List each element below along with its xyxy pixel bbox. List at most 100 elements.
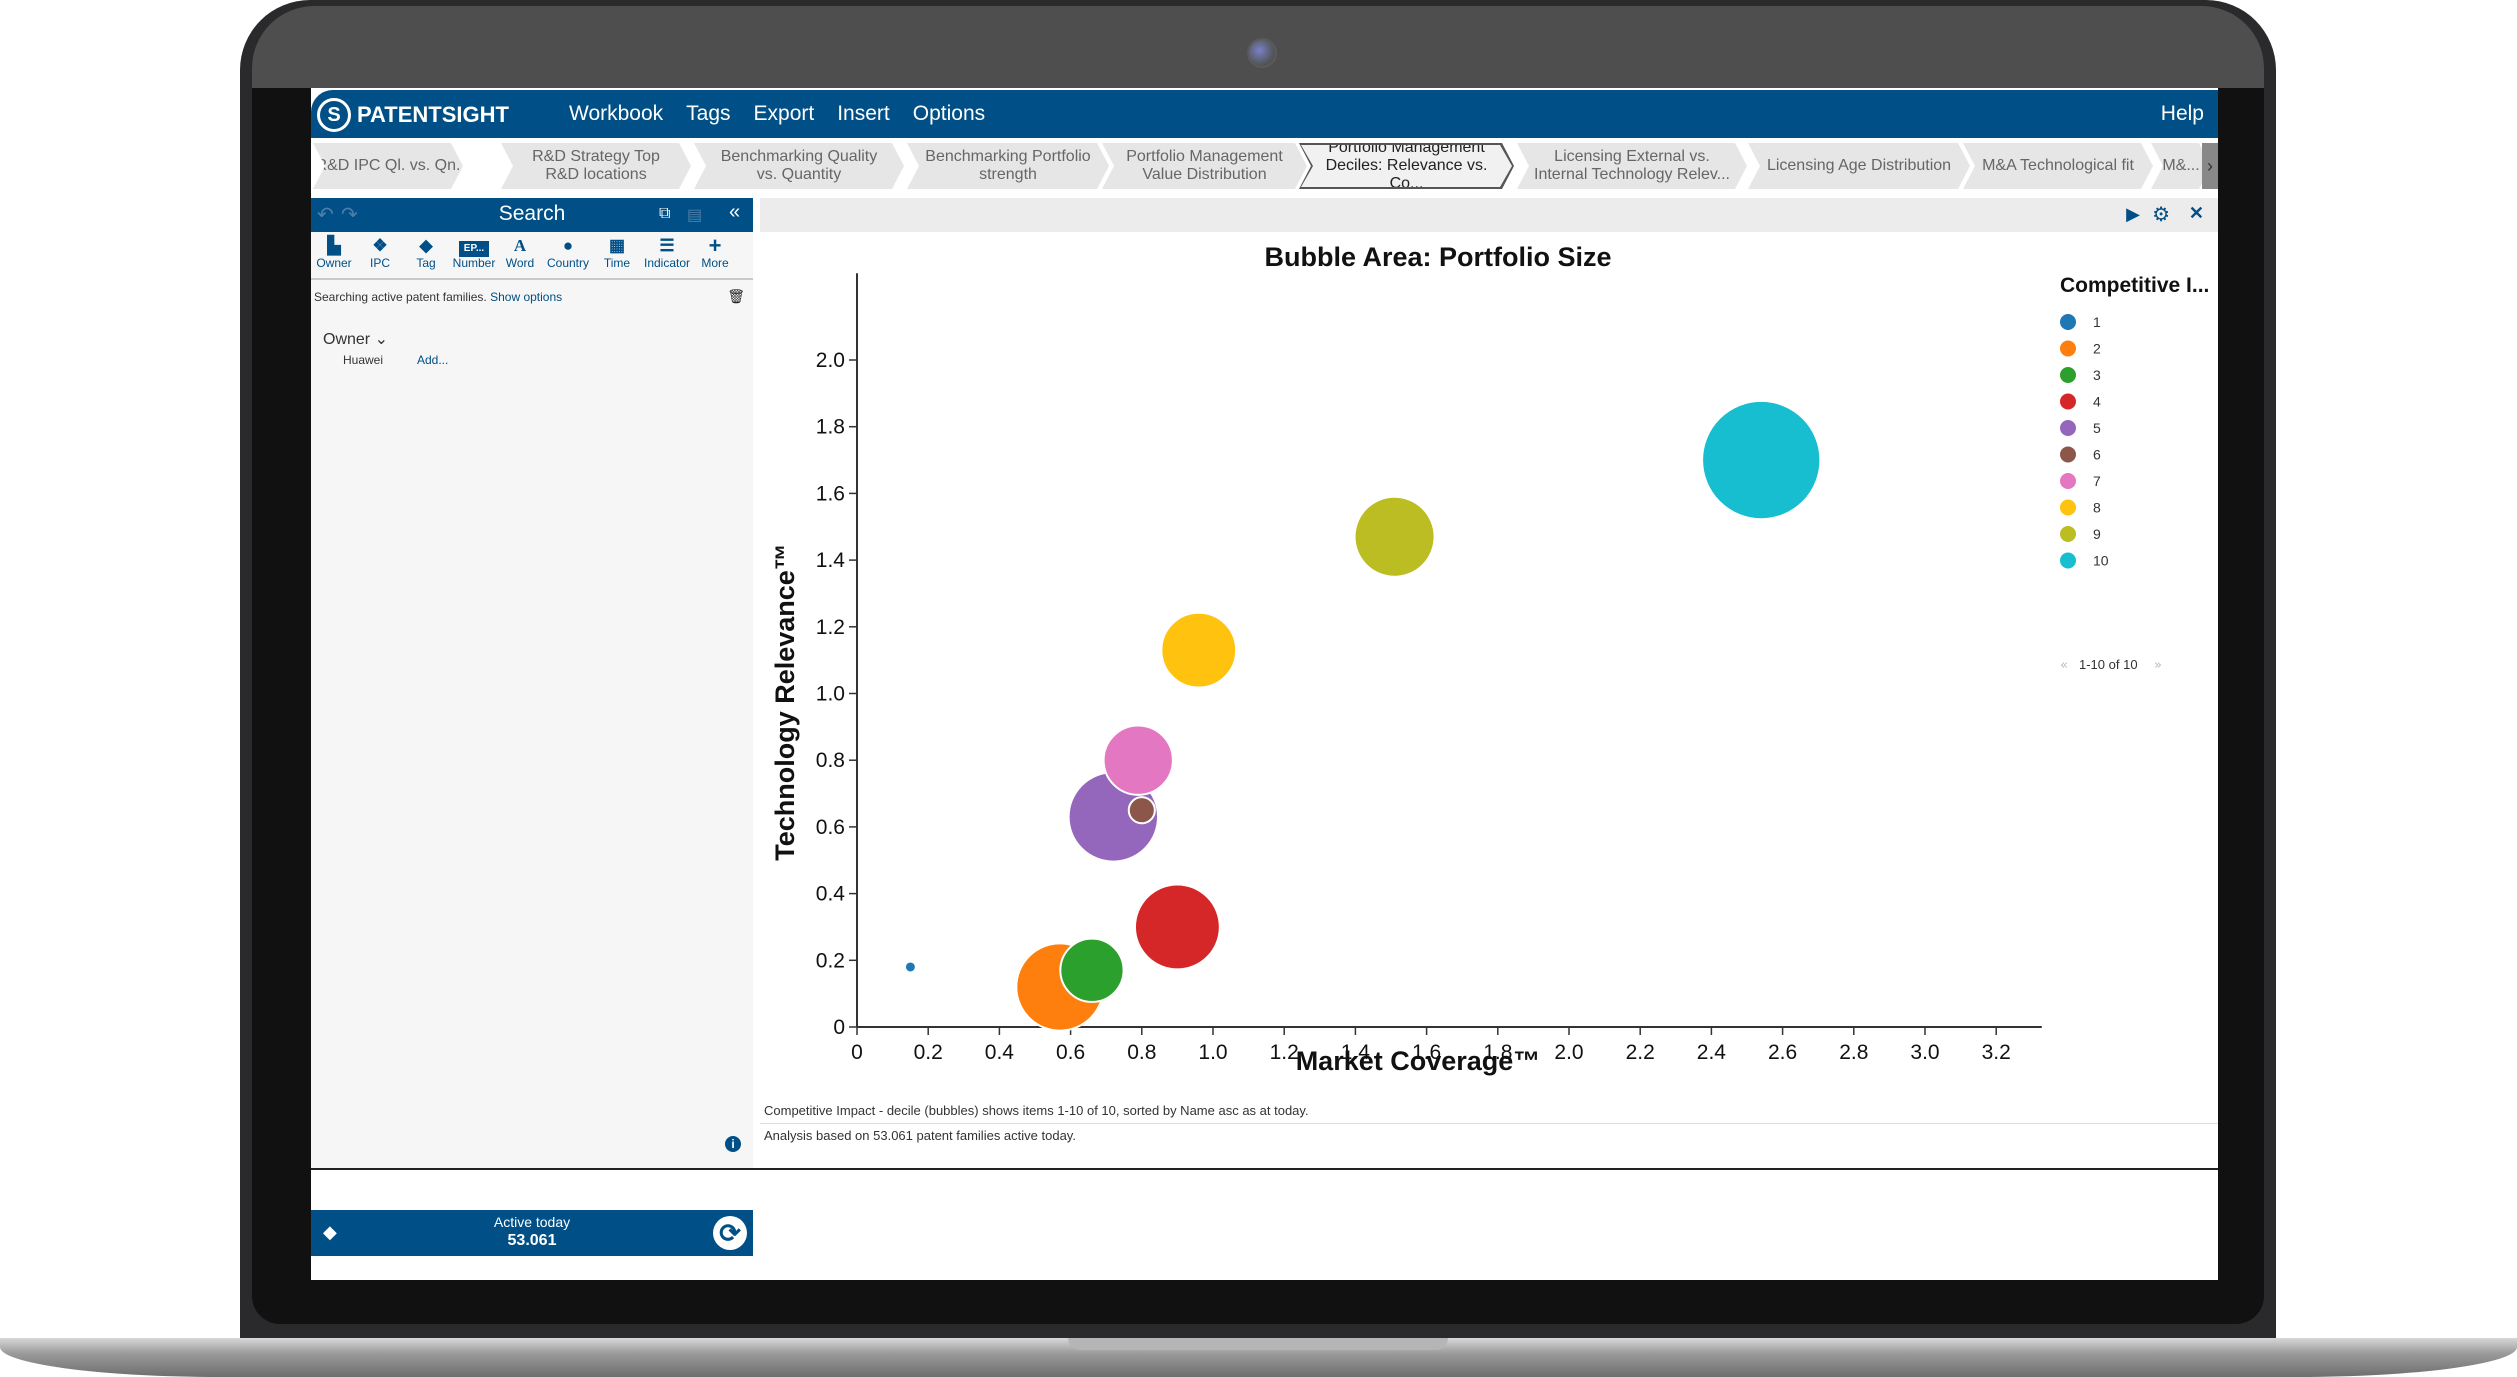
- tab-portfolio-deciles[interactable]: Portfolio Management Deciles: Relevance …: [1299, 143, 1514, 189]
- tab-label: Portfolio Management Deciles: Relevance …: [1325, 139, 1488, 192]
- refresh-icon[interactable]: ⟳: [713, 1216, 747, 1250]
- legend-pager-prev-icon[interactable]: «: [2060, 658, 2068, 673]
- legend-label-8[interactable]: 8: [2093, 500, 2101, 516]
- tab-scroll-right-icon[interactable]: ›: [2202, 143, 2218, 189]
- bubble-6[interactable]: [1127, 796, 1156, 825]
- y-tick-label: 1.6: [816, 482, 845, 505]
- play-icon[interactable]: ▶: [2126, 204, 2140, 225]
- tab-rd-ipc[interactable]: R&D IPC Ql. vs. Qn.: [313, 143, 463, 189]
- x-tick-label: 2.4: [1697, 1041, 1727, 1064]
- filter-number[interactable]: EP... Number: [449, 236, 499, 278]
- filter-time[interactable]: ▦ Time: [595, 236, 639, 278]
- collapse-sidebar-icon[interactable]: «: [729, 201, 740, 224]
- y-axis-label: Technology Relevance™: [770, 543, 800, 861]
- factory-icon: ▙: [327, 236, 341, 255]
- bubble-3[interactable]: [1059, 937, 1125, 1003]
- filter-label: Country: [546, 256, 590, 270]
- legend-label-10[interactable]: 10: [2093, 553, 2109, 569]
- legend-label-9[interactable]: 9: [2093, 526, 2101, 542]
- legend-swatch-2[interactable]: [2060, 340, 2076, 357]
- tab-benchmarking-portfolio[interactable]: Benchmarking Portfolio strength: [907, 143, 1109, 189]
- tab-label: M&...: [2162, 157, 2200, 174]
- owner-add-link[interactable]: Add...: [417, 353, 448, 367]
- bubble-8[interactable]: [1160, 611, 1238, 689]
- legend-title: Competitive I...: [2060, 274, 2209, 297]
- sliders-icon: ☰: [659, 236, 675, 255]
- worksheet-tabs: R&D IPC Ql. vs. Qn. R&D Strategy Top R&D…: [311, 140, 2218, 195]
- tab-licensing-age[interactable]: Licensing Age Distribution: [1748, 143, 1970, 189]
- filter-label: Owner: [316, 256, 352, 270]
- gear-icon[interactable]: ⚙: [2152, 202, 2170, 227]
- search-sidebar: ↶ ↷ Search ⧉ ▤ « ▙ Owner ❖ IPC ◆ Tag EP... N…: [311, 198, 753, 1256]
- x-tick-label: 0.8: [1127, 1041, 1156, 1064]
- bubble-10[interactable]: [1701, 399, 1822, 521]
- active-today-label: Active today: [493, 1214, 571, 1230]
- legend-pager: 1-10 of 10: [2079, 657, 2138, 672]
- menu-tags[interactable]: Tags: [686, 102, 730, 126]
- legend-label-3[interactable]: 3: [2093, 367, 2101, 383]
- legend-label-6[interactable]: 6: [2093, 447, 2101, 463]
- x-tick-label: 1.2: [1270, 1041, 1299, 1064]
- copy-icon[interactable]: ⧉: [659, 205, 670, 223]
- x-tick-label: 3.0: [1910, 1041, 1939, 1064]
- owner-value[interactable]: Huawei: [343, 353, 383, 367]
- bubble-9[interactable]: [1353, 495, 1436, 578]
- legend-swatch-3[interactable]: [2060, 367, 2076, 383]
- trash-icon[interactable]: 🗑: [727, 288, 745, 305]
- legend-label-4[interactable]: 4: [2093, 394, 2101, 410]
- legend-swatch-10[interactable]: [2060, 552, 2076, 569]
- legend-swatch-8[interactable]: [2060, 499, 2076, 516]
- owner-filter-label[interactable]: Owner ⌄: [323, 329, 388, 349]
- legend-swatch-9[interactable]: [2060, 526, 2076, 542]
- menu-workbook[interactable]: Workbook: [569, 102, 663, 126]
- legend-label-7[interactable]: 7: [2093, 473, 2101, 489]
- tab-licensing-external[interactable]: Licensing External vs. Internal Technolo…: [1517, 143, 1747, 189]
- tab-label: Portfolio Management Value Distribution: [1126, 148, 1283, 183]
- brand-name: PATENTSIGHT: [357, 102, 509, 127]
- bubble-1[interactable]: [903, 960, 917, 974]
- legend-swatch-6[interactable]: [2060, 446, 2076, 463]
- active-today-count: 53.061: [507, 1232, 557, 1249]
- legend-swatch-1[interactable]: [2060, 314, 2076, 330]
- tab-rd-strategy[interactable]: R&D Strategy Top R&D locations: [501, 143, 691, 189]
- filter-tag[interactable]: ◆ Tag: [403, 236, 449, 278]
- filter-indicator[interactable]: ☰ Indicator: [639, 236, 695, 278]
- screen: S PATENTSIGHT Workbook Tags Export Inser…: [311, 88, 2218, 1280]
- menu-options[interactable]: Options: [913, 102, 985, 126]
- legend-label-5[interactable]: 5: [2093, 420, 2101, 436]
- filter-ipc[interactable]: ❖ IPC: [357, 236, 403, 278]
- x-tick-label: 2.0: [1554, 1041, 1583, 1064]
- main-menu: Workbook Tags Export Insert Options: [569, 90, 1008, 138]
- tab-label: M&A Technological fit: [1982, 157, 2134, 174]
- paste-icon[interactable]: ▤: [687, 205, 702, 225]
- menu-insert[interactable]: Insert: [837, 102, 890, 126]
- show-options-link[interactable]: Show options: [490, 290, 562, 304]
- y-tick-label: 1.0: [816, 683, 845, 706]
- logo[interactable]: S PATENTSIGHT: [317, 96, 509, 134]
- y-tick-label: 0.6: [816, 816, 845, 839]
- legend-pager-next-icon[interactable]: »: [2154, 658, 2162, 673]
- x-tick-label: 2.6: [1768, 1041, 1797, 1064]
- menu-help[interactable]: Help: [2161, 102, 2204, 126]
- info-icon[interactable]: i: [725, 1136, 741, 1152]
- legend-label-2[interactable]: 2: [2093, 341, 2101, 357]
- tab-ma-tech-fit[interactable]: M&A Technological fit: [1963, 143, 2153, 189]
- bubble-7[interactable]: [1102, 724, 1174, 796]
- tab-portfolio-value[interactable]: Portfolio Management Value Distribution: [1102, 143, 1307, 189]
- letter-a-icon: A: [513, 236, 527, 255]
- legend-swatch-7[interactable]: [2060, 473, 2076, 489]
- close-icon[interactable]: ✕: [2189, 203, 2204, 224]
- x-tick-label: 0: [851, 1041, 863, 1064]
- search-status-text: Searching active patent families.: [314, 290, 487, 304]
- tab-benchmarking-quality[interactable]: Benchmarking Quality vs. Quantity: [694, 143, 904, 189]
- legend-swatch-4[interactable]: [2060, 393, 2076, 410]
- filter-more[interactable]: + More: [695, 235, 735, 278]
- legend-label-1[interactable]: 1: [2093, 314, 2101, 330]
- menu-export[interactable]: Export: [754, 102, 815, 126]
- x-tick-label: 1.0: [1198, 1041, 1227, 1064]
- legend-swatch-5[interactable]: [2060, 420, 2076, 436]
- bubble-4[interactable]: [1133, 883, 1221, 971]
- filter-country[interactable]: ● Country: [541, 236, 595, 278]
- filter-word[interactable]: A Word: [499, 236, 541, 278]
- filter-owner[interactable]: ▙ Owner: [311, 236, 357, 278]
